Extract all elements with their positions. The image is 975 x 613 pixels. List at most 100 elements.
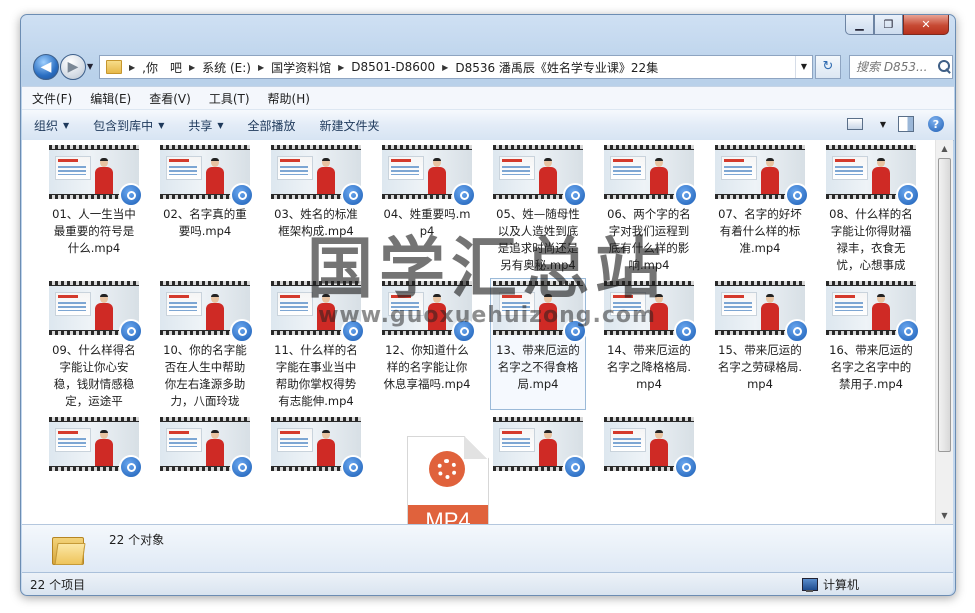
new-folder-button[interactable]: 新建文件夹 (308, 117, 392, 134)
help-button[interactable]: ? (926, 114, 946, 134)
file-item[interactable]: 10、你的名字能否在人生中帮助你左右逢源多助力，八面玲珑得... (157, 278, 254, 410)
search-box[interactable] (849, 55, 953, 79)
share-label: 共享 (188, 118, 213, 133)
presenter-figure (539, 430, 557, 466)
presenter-figure (317, 430, 335, 466)
media-player-icon (230, 455, 254, 479)
film-reel-icon (429, 451, 465, 487)
file-item[interactable]: 15、带来厄运的名字之劳碌格局.mp4 (712, 278, 809, 410)
video-thumbnail (604, 281, 698, 343)
menu-help[interactable]: 帮助(H) (260, 90, 318, 107)
file-item[interactable] (268, 414, 365, 524)
slide-screen (166, 428, 202, 452)
media-player-icon (119, 319, 143, 343)
file-item[interactable]: 13、带来厄运的名字之不得食格局.mp4 (490, 278, 587, 410)
menu-tools[interactable]: 工具(T) (201, 90, 258, 107)
file-item[interactable]: 08、什么样的名字能让你得财福禄丰，衣食无忧，心想事成有... (823, 142, 920, 274)
file-item[interactable]: 04、姓重要吗.mp4 (379, 142, 476, 274)
media-player-icon (674, 455, 698, 479)
include-in-library-button[interactable]: 包含到库中 ▼ (81, 117, 176, 134)
film-strip (826, 281, 916, 285)
slide-screen (277, 428, 313, 452)
chevron-right-icon[interactable]: ▶ (186, 63, 198, 72)
minimize-button[interactable]: ▁ (845, 15, 874, 35)
search-icon[interactable] (938, 60, 952, 74)
file-item[interactable]: 14、带来厄运的名字之降格格局.mp4 (601, 278, 698, 410)
forward-button[interactable]: ▶ (60, 54, 86, 80)
file-item[interactable] (490, 414, 587, 524)
breadcrumb-item[interactable]: ,你 吧 (138, 59, 186, 76)
file-item[interactable]: 01、人一生当中最重要的符号是什么.mp4 (46, 142, 143, 274)
file-item[interactable]: 11、什么样的名字能在事业当中帮助你掌权得势有志能伸.mp4 (268, 278, 365, 410)
film-strip (49, 145, 139, 149)
scroll-down-arrow-icon[interactable]: ▼ (936, 507, 953, 524)
close-button[interactable]: ✕ (903, 15, 949, 35)
presenter-figure (872, 294, 890, 330)
maximize-button[interactable]: ❐ (874, 15, 903, 35)
chevron-right-icon[interactable]: ▶ (439, 63, 451, 72)
chevron-right-icon[interactable]: ▶ (255, 63, 267, 72)
address-dropdown-icon[interactable]: ▼ (795, 56, 812, 78)
file-item[interactable]: 07、名字的好坏有着什么样的标准.mp4 (712, 142, 809, 274)
chevron-right-icon[interactable]: ▶ (126, 63, 138, 72)
video-thumbnail (715, 281, 809, 343)
film-strip (382, 145, 472, 149)
folder-icon (106, 60, 122, 74)
file-item[interactable] (157, 414, 254, 524)
organize-label: 组织 (34, 118, 59, 133)
file-item[interactable]: 09、什么样得名字能让你心安稳，钱财情感稳定，运途平顺，... (46, 278, 143, 410)
include-label: 包含到库中 (93, 118, 154, 133)
breadcrumb-item[interactable]: 系统 (E:) (198, 59, 255, 76)
mp4-file-icon[interactable]: MP4 (407, 436, 489, 524)
video-thumbnail (715, 145, 809, 207)
help-icon: ? (928, 116, 944, 132)
film-strip (49, 417, 139, 421)
slide-screen (55, 156, 91, 180)
play-all-button[interactable]: 全部播放 (236, 117, 308, 134)
slide-screen (832, 156, 868, 180)
refresh-button[interactable]: ↻ (815, 55, 841, 79)
file-item[interactable] (601, 414, 698, 524)
file-item[interactable]: 03、姓名的标准框架构成.mp4 (268, 142, 365, 274)
menu-file[interactable]: 文件(F) (24, 90, 80, 107)
menu-view[interactable]: 查看(V) (141, 90, 199, 107)
file-item[interactable]: 16、带来厄运的名字之名字中的禁用子.mp4 (823, 278, 920, 410)
media-player-icon (785, 183, 809, 207)
file-name: 09、什么样得名字能让你心安稳，钱财情感稳定，运途平顺，... (52, 343, 136, 408)
file-item[interactable]: 12、你知道什么样的名字能让你休息享福吗.mp4 (379, 278, 476, 410)
share-button[interactable]: 共享 ▼ (176, 117, 235, 134)
slide-screen (55, 292, 91, 316)
change-view-button[interactable] (845, 114, 865, 134)
video-thumbnail (493, 417, 587, 479)
chevron-right-icon[interactable]: ▶ (335, 63, 347, 72)
file-item[interactable]: 05、姓—随母性以及人造姓到底是追求时尚还是另有奥秘.mp4 (490, 142, 587, 274)
back-button[interactable]: ◀ (33, 54, 59, 80)
file-item[interactable]: 02、名字真的重要吗.mp4 (157, 142, 254, 274)
presenter-figure (650, 430, 668, 466)
views-dropdown-icon[interactable]: ▼ (880, 120, 886, 129)
recent-pages-dropdown[interactable]: ▼ (87, 62, 93, 71)
video-thumbnail (826, 281, 920, 343)
menu-edit[interactable]: 编辑(E) (82, 90, 139, 107)
address-bar[interactable]: ▶ ,你 吧 ▶ 系统 (E:) ▶ 国学资料馆 ▶ D8501-D8600 ▶… (99, 55, 813, 79)
breadcrumb-item[interactable]: D8536 潘禹辰《姓名学专业课》22集 (451, 59, 662, 76)
breadcrumb-item[interactable]: 国学资料馆 (267, 59, 335, 76)
file-name: 02、名字真的重要吗.mp4 (163, 207, 247, 238)
explorer-window: ▁ ❐ ✕ ◀ ▶ ▼ ▶ ,你 吧 ▶ 系统 (E:) ▶ 国学资料馆 ▶ D… (20, 14, 956, 596)
slide-screen (388, 292, 424, 316)
file-list: MP4 01、人一生当中最重要的符号是什么.mp4 02、名字真的重要吗.mp4 0… (22, 140, 935, 524)
breadcrumb-item[interactable]: D8501-D8600 (347, 60, 439, 74)
file-item[interactable]: 06、两个字的名字对我们运程到底有什么样的影响.mp4 (601, 142, 698, 274)
video-thumbnail (160, 281, 254, 343)
vertical-scrollbar[interactable]: ▲ ▼ (935, 140, 953, 524)
organize-button[interactable]: 组织 ▼ (22, 117, 81, 134)
video-thumbnail (493, 281, 587, 343)
search-input[interactable] (850, 59, 936, 75)
scroll-thumb[interactable] (938, 158, 951, 452)
file-item[interactable] (46, 414, 143, 524)
status-bar: 22 个项目 计算机 (22, 572, 953, 595)
preview-pane-button[interactable] (896, 114, 916, 134)
scroll-up-arrow-icon[interactable]: ▲ (936, 140, 953, 157)
video-thumbnail (382, 145, 476, 207)
folder-icon (52, 535, 86, 565)
